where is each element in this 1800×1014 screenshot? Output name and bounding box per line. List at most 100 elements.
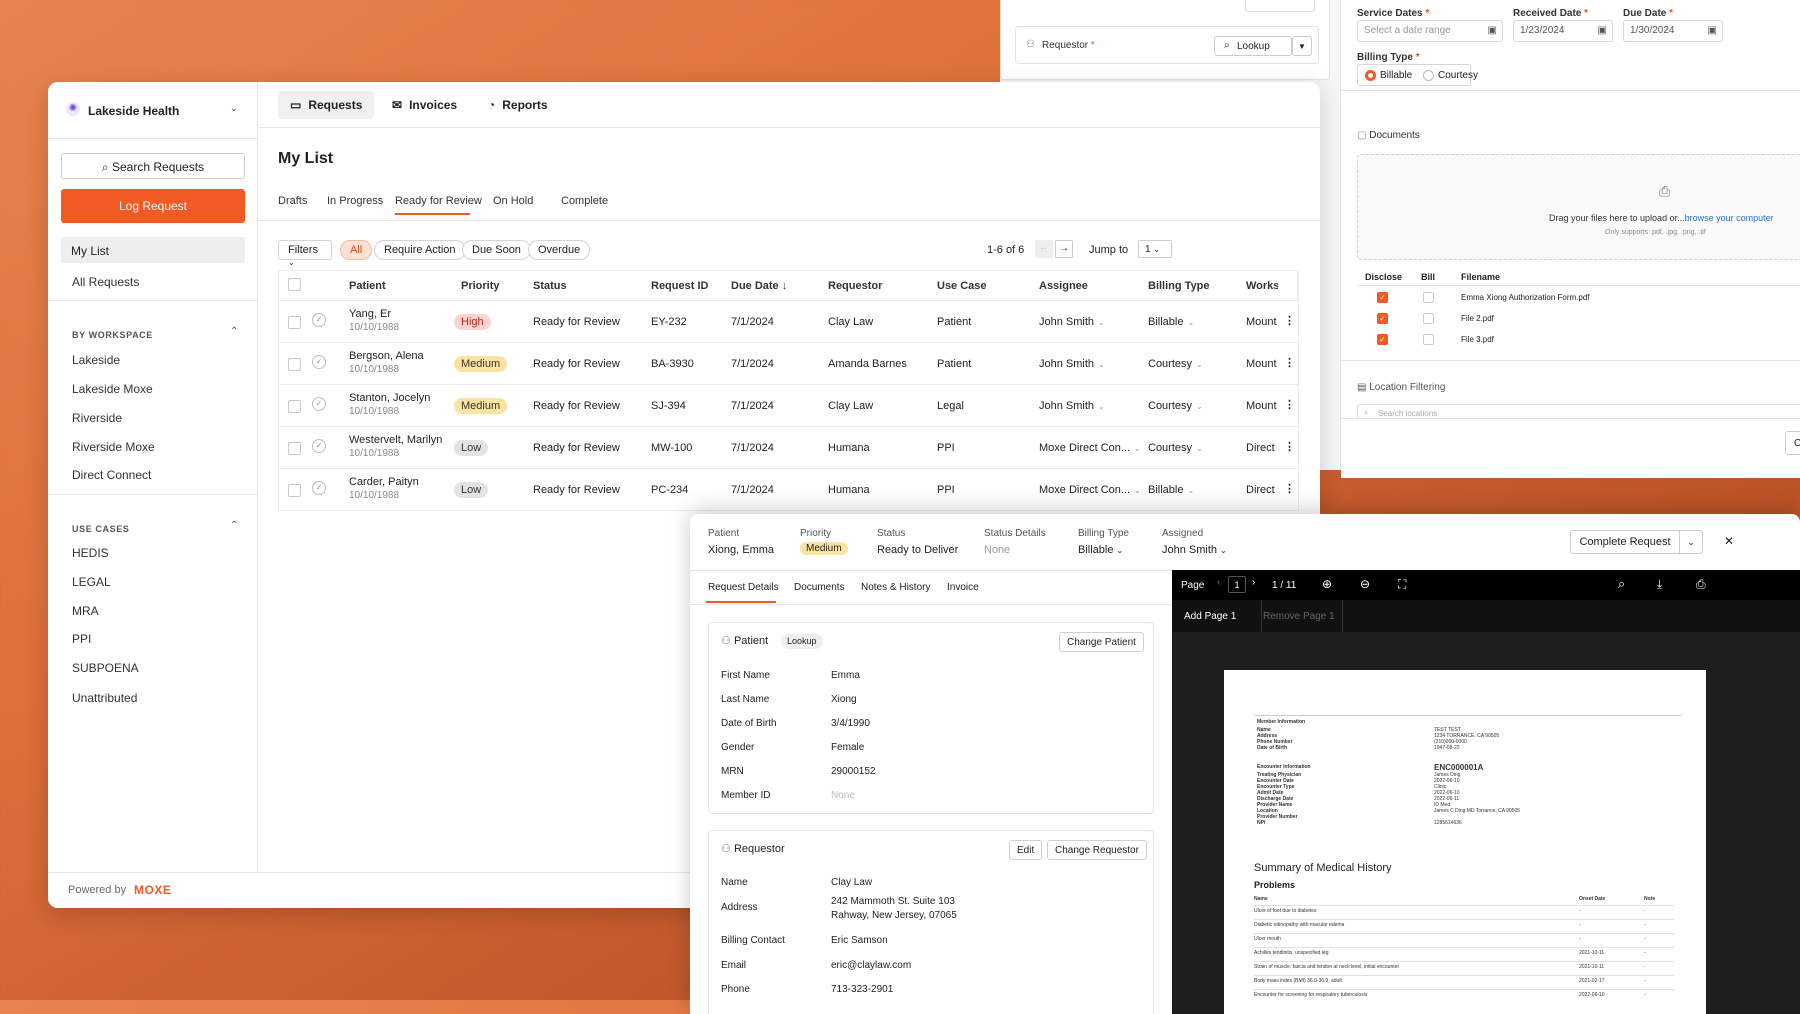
tab-complete[interactable]: Complete [561,195,608,207]
billing-type-dropdown[interactable]: Courtesy ⌄ [1148,358,1203,370]
chevron-left-icon[interactable]: ‹ [1217,577,1220,588]
check-circle-icon[interactable]: ✓ [312,481,326,495]
table-row[interactable]: ✓ Bergson, Alena 10/10/1988 Medium Ready for… [278,342,1298,384]
prev-page-button[interactable]: ← [1035,240,1053,258]
patient-cell[interactable]: Yang, Er 10/10/1988 [349,308,399,333]
billable-radio[interactable] [1365,70,1376,81]
table-row[interactable]: ✓ Westervelt, Marilyn 10/10/1988 Low Ready f… [278,426,1298,468]
bill-checkbox[interactable] [1423,313,1434,324]
download-icon[interactable]: ⤓ [1657,577,1662,592]
chevron-right-icon[interactable]: › [1252,577,1255,588]
print-icon[interactable]: ⎙ [1696,577,1706,592]
workspace-riverside[interactable]: Riverside [72,411,122,425]
more-vertical-icon[interactable]: ⋮ [1284,356,1295,369]
bill-checkbox[interactable] [1423,292,1434,303]
chevron-down-icon[interactable]: ▼ [1292,36,1312,56]
col-billing-type[interactable]: Billing Type [1148,280,1210,292]
courtesy-radio[interactable] [1423,70,1434,81]
check-circle-icon[interactable]: ✓ [312,355,326,369]
chevron-down-icon[interactable]: ⌄ [1679,530,1703,554]
row-checkbox[interactable] [288,358,301,371]
org-switcher[interactable]: ✺ Lakeside Health ⌄ [62,96,244,124]
search-icon[interactable]: ⌕ [1618,576,1625,592]
tab-request-details[interactable]: Request Details [708,582,779,593]
search-requests-button[interactable]: ⌕ Search Requests [61,153,245,179]
chevron-up-icon[interactable]: ⌃ [230,520,238,531]
lookup-button[interactable]: ⌕ Lookup [1214,36,1292,56]
close-icon[interactable]: ✕ [1724,534,1734,548]
workspace-lakeside[interactable]: Lakeside [72,353,120,367]
use-case-unattributed[interactable]: Unattributed [72,691,137,705]
use-case-mra[interactable]: MRA [72,604,99,618]
due-date-input[interactable]: 1/30/2024 ▣ [1623,20,1723,42]
filters-button[interactable]: Filters ⌄ [278,240,332,267]
more-vertical-icon[interactable]: ⋮ [1284,398,1295,411]
workspace-direct-connect[interactable]: Direct Connect [72,468,151,482]
assignee-dropdown[interactable]: John Smith ⌄ [1039,358,1105,370]
col-use-case[interactable]: Use Case [937,280,987,292]
tab-requests[interactable]: ▭ Requests [278,91,375,119]
billing-type-dropdown[interactable]: Billable ⌄ [1148,484,1194,496]
col-requestor[interactable]: Requestor [828,280,882,292]
tab-ready-for-review[interactable]: Ready for Review [395,195,482,207]
workspace-lakeside-moxe[interactable]: Lakeside Moxe [72,382,153,396]
collapsed-control[interactable] [1245,0,1315,12]
assignee-dropdown[interactable]: John Smith ⌄ [1039,316,1105,328]
row-checkbox[interactable] [288,442,301,455]
billing-type-dropdown[interactable]: Billable ⌄ [1148,316,1194,328]
disclose-checkbox[interactable]: ✓ [1377,313,1388,324]
tab-on-hold[interactable]: On Hold [493,195,533,207]
billing-type-dropdown[interactable]: Billable ⌄ [1078,544,1123,556]
patient-cell[interactable]: Stanton, Jocelyn 10/10/1988 [349,392,430,417]
row-checkbox[interactable] [288,484,301,497]
more-vertical-icon[interactable]: ⋮ [1284,440,1295,453]
use-case-subpoena[interactable]: SUBPOENA [72,661,139,675]
use-case-hedis[interactable]: HEDIS [72,546,109,560]
disclose-checkbox[interactable]: ✓ [1377,292,1388,303]
patient-cell[interactable]: Bergson, Alena 10/10/1988 [349,350,424,375]
row-checkbox[interactable] [288,400,301,413]
tab-invoices[interactable]: ✉ Invoices [380,91,469,119]
disclose-checkbox[interactable]: ✓ [1377,334,1388,345]
table-row[interactable]: ✓ Carder, Paityn 10/10/1988 Low Ready for Re… [278,468,1298,510]
select-all-checkbox[interactable] [288,278,301,291]
row-checkbox[interactable] [288,316,301,329]
chip-all[interactable]: All [340,240,373,260]
edit-button[interactable]: Edit [1009,840,1043,860]
bill-checkbox[interactable] [1423,334,1434,345]
received-date-input[interactable]: 1/23/2024 ▣ [1513,20,1613,42]
col-assignee[interactable]: Assignee [1039,280,1088,292]
assignee-dropdown[interactable]: Moxe Direct Con... ⌄ [1039,442,1141,454]
chip-due-soon[interactable]: Due Soon [462,240,531,260]
page-number-input[interactable]: 1 [1228,576,1246,593]
billing-type-dropdown[interactable]: Courtesy ⌄ [1148,442,1203,454]
check-circle-icon[interactable]: ✓ [312,397,326,411]
file-dropzone[interactable]: ⎙ Drag your files here to upload or...br… [1357,154,1800,260]
assignee-dropdown[interactable]: John Smith ⌄ [1039,400,1105,412]
tab-reports[interactable]: ◔ Reports [476,91,560,119]
fullscreen-icon[interactable]: ⛶ [1398,577,1406,592]
assigned-dropdown[interactable]: John Smith ⌄ [1162,544,1227,556]
browse-link[interactable]: browse your computer [1685,213,1774,223]
change-patient-button[interactable]: Change Patient [1059,632,1144,652]
table-row[interactable]: ✓ Yang, Er 10/10/1988 High Ready for Review E… [278,300,1298,342]
tab-notes-history[interactable]: Notes & History [861,582,930,593]
col-workspace[interactable]: Works [1246,280,1278,292]
billing-type-dropdown[interactable]: Courtesy ⌄ [1148,400,1203,412]
chevron-up-icon[interactable]: ⌃ [230,326,238,337]
check-circle-icon[interactable]: ✓ [312,439,326,453]
more-vertical-icon[interactable]: ⋮ [1284,314,1295,327]
tab-documents[interactable]: Documents [794,582,845,593]
zoom-out-icon[interactable]: ⊖ [1360,577,1370,591]
col-patient[interactable]: Patient [349,280,386,292]
col-status[interactable]: Status [533,280,567,292]
zoom-in-icon[interactable]: ⊕ [1322,577,1332,591]
remove-page-button[interactable]: Remove Page 1 [1263,611,1335,622]
col-request-id[interactable]: Request ID [651,280,708,292]
tab-invoice[interactable]: Invoice [947,582,979,593]
use-case-ppi[interactable]: PPI [72,632,91,646]
use-case-legal[interactable]: LEGAL [72,575,111,589]
tab-in-progress[interactable]: In Progress [327,195,383,207]
nav-my-list[interactable]: My List [61,237,245,263]
chip-overdue[interactable]: Overdue [528,240,591,260]
